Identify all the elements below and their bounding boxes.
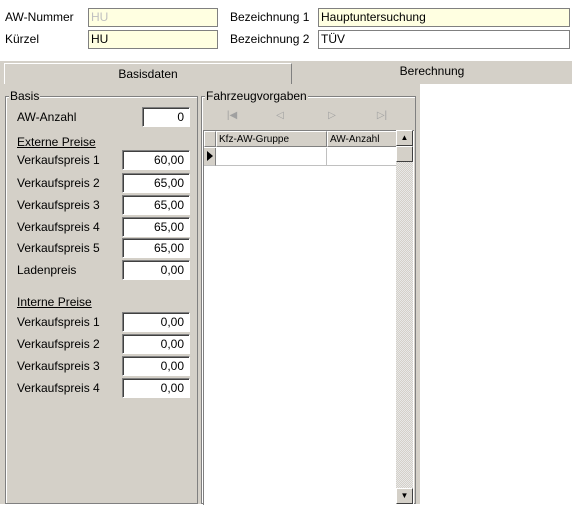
- ext-verkaufspreis-3-field[interactable]: 65,00: [122, 195, 190, 215]
- int-verkaufspreis-4-label: Verkaufspreis 4: [17, 381, 100, 395]
- ext-verkaufspreis-1-field[interactable]: 60,00: [122, 150, 190, 170]
- col-header-kfz-aw-gruppe[interactable]: Kfz-AW-Gruppe: [216, 131, 327, 147]
- prev-record-icon[interactable]: ◁: [270, 108, 290, 124]
- ext-verkaufspreis-2-label: Verkaufspreis 2: [17, 176, 100, 190]
- bezeichnung1-label: Bezeichnung 1: [230, 10, 310, 24]
- fahrzeug-grid[interactable]: Kfz-AW-Gruppe AW-Anzahl: [203, 130, 414, 505]
- scroll-up-icon[interactable]: ▲: [396, 130, 413, 146]
- kuerzel-label: Kürzel: [5, 32, 40, 46]
- int-verkaufspreis-3-label: Verkaufspreis 3: [17, 359, 100, 373]
- ext-verkaufspreis-5-field[interactable]: 65,00: [122, 238, 190, 258]
- ladenpreis-field[interactable]: 0,00: [122, 260, 190, 280]
- bezeichnung1-field[interactable]: Hauptuntersuchung: [318, 8, 570, 27]
- int-verkaufspreis-4-field[interactable]: 0,00: [122, 378, 190, 398]
- tab-berechnung[interactable]: Berechnung: [292, 61, 572, 82]
- tab-bar: Basisdaten Berechnung: [0, 61, 572, 84]
- ladenpreis-label: Ladenpreis: [17, 263, 77, 277]
- tab-basisdaten[interactable]: Basisdaten: [4, 63, 292, 84]
- aw-anzahl-field[interactable]: 0: [142, 107, 190, 127]
- ext-verkaufspreis-4-field[interactable]: 65,00: [122, 217, 190, 237]
- aw-nummer-label: AW-Nummer: [5, 10, 74, 24]
- aw-nummer-field[interactable]: HU: [88, 8, 218, 27]
- kuerzel-field[interactable]: HU: [88, 30, 218, 49]
- scroll-down-icon[interactable]: ▼: [396, 488, 413, 504]
- int-verkaufspreis-1-label: Verkaufspreis 1: [17, 315, 100, 329]
- next-record-icon[interactable]: ▷: [322, 108, 342, 124]
- ext-verkaufspreis-2-field[interactable]: 65,00: [122, 173, 190, 193]
- fahrzeugvorgaben-legend: Fahrzeugvorgaben: [205, 89, 308, 103]
- externe-preise-heading: Externe Preise: [17, 135, 96, 149]
- int-verkaufspreis-2-field[interactable]: 0,00: [122, 334, 190, 354]
- grid-vertical-scrollbar[interactable]: ▲ ▼: [396, 130, 413, 504]
- int-verkaufspreis-3-field[interactable]: 0,00: [122, 356, 190, 376]
- int-verkaufspreis-2-label: Verkaufspreis 2: [17, 337, 100, 351]
- scroll-thumb[interactable]: [396, 146, 413, 162]
- bezeichnung2-label: Bezeichnung 2: [230, 32, 310, 46]
- grid-corner: [204, 131, 216, 147]
- table-row-cell-kfz-aw-gruppe[interactable]: [216, 148, 327, 166]
- int-verkaufspreis-1-field[interactable]: 0,00: [122, 312, 190, 332]
- interne-preise-heading: Interne Preise: [17, 295, 92, 309]
- row-pointer-icon: [207, 151, 213, 161]
- aw-anzahl-label: AW-Anzahl: [17, 110, 77, 124]
- ext-verkaufspreis-4-label: Verkaufspreis 4: [17, 220, 100, 234]
- ext-verkaufspreis-1-label: Verkaufspreis 1: [17, 153, 100, 167]
- ext-verkaufspreis-5-label: Verkaufspreis 5: [17, 241, 100, 255]
- first-record-icon[interactable]: |◀: [222, 108, 242, 124]
- col-header-aw-anzahl[interactable]: AW-Anzahl: [327, 131, 397, 147]
- basis-legend: Basis: [9, 89, 41, 103]
- table-row-cell-aw-anzahl[interactable]: [327, 148, 397, 166]
- bezeichnung2-field[interactable]: TÜV: [318, 30, 570, 49]
- row-indicator[interactable]: [204, 148, 216, 166]
- last-record-icon[interactable]: ▷|: [372, 108, 392, 124]
- empty-area: [420, 84, 572, 504]
- ext-verkaufspreis-3-label: Verkaufspreis 3: [17, 198, 100, 212]
